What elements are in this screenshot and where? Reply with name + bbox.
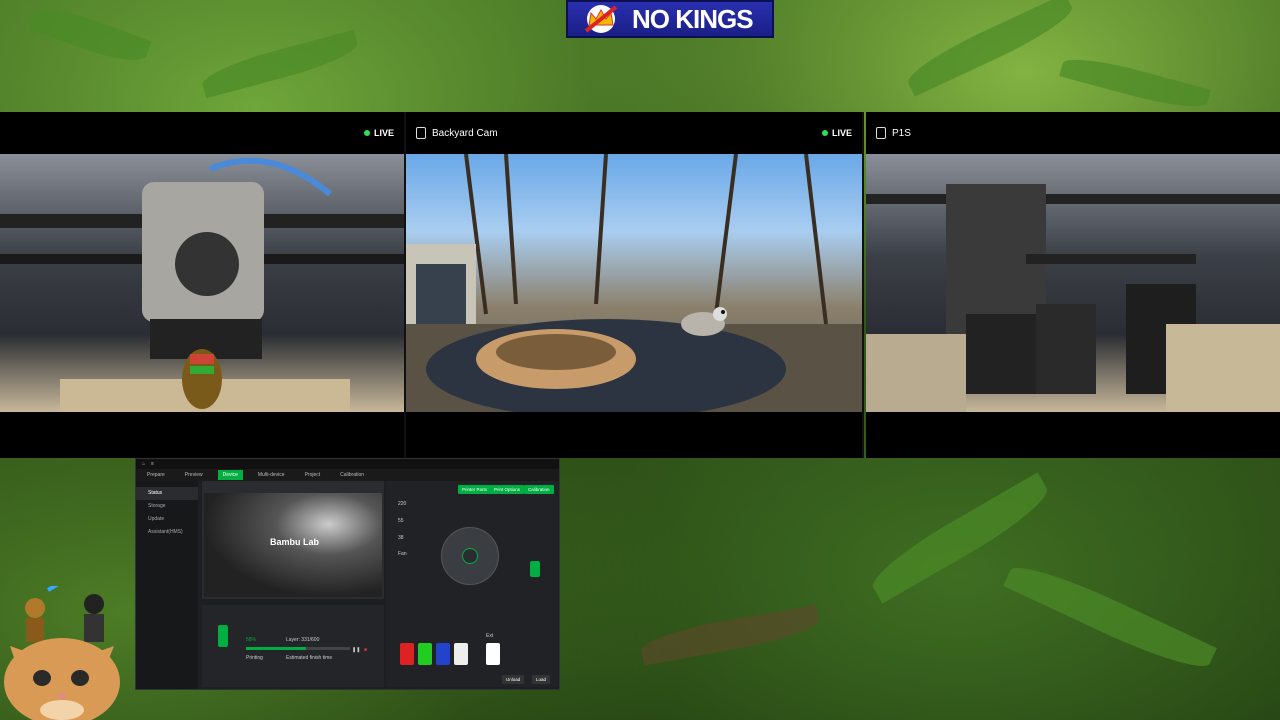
kitten-overlay [4,586,120,720]
camera-title-label: Backyard Cam [432,127,498,139]
bed-temp[interactable]: 55 [398,518,404,524]
sidebar-item-update[interactable]: Update [136,513,198,526]
device-sidebar: Status Storage Update Assistant(HMS) [136,481,198,689]
model-thumbnail-icon [218,625,228,647]
printer-video-preview: Bambu Lab [202,481,384,599]
camera-header: P1S [866,112,1280,154]
leaf-decoration [28,0,152,70]
layer-text: Layer: 331/600 [286,637,320,643]
camera-panel-backyard[interactable]: Backyard Cam LIVE [404,112,864,458]
tab-device[interactable]: Device [217,470,243,480]
camera-title-label: P1S [892,127,911,139]
camera-title: P1S [876,127,911,139]
print-status: Printing [246,655,263,661]
tab-calibration[interactable]: Calibration [335,470,369,480]
camera-panel-printer[interactable]: LIVE [0,112,404,458]
backyard-scene [406,154,862,412]
sidebar-item-status[interactable]: Status [136,487,198,500]
tab-preview[interactable]: Preview [180,470,208,480]
live-dot-icon [363,130,370,136]
unload-button[interactable]: Unload [502,675,525,684]
ams-slot-2[interactable] [418,643,432,665]
bambu-logo: Bambu Lab [270,537,320,547]
camera-header: Backyard Cam LIVE [406,112,862,154]
external-spool[interactable] [486,643,500,665]
printer-control-panel: Printer Parts Print Options Calibration … [386,481,558,687]
camera-title: Backyard Cam [416,127,498,139]
backyard-camera-feed [406,154,862,412]
nozzle-temp[interactable]: 220 [398,501,406,507]
progress-percent: 58% [246,637,257,643]
main-tabs: Prepare Preview Device Multi-device Proj… [136,469,559,481]
tab-project[interactable]: Project [300,470,326,480]
pause-icon[interactable]: ❚❚ [352,647,360,653]
printer-parts-button[interactable]: Printer Parts [458,485,492,494]
remaining-time: Estimated finish time [286,655,333,661]
leaf-decoration [199,29,361,99]
home-icon[interactable]: ⌂ [142,461,145,467]
sidebar-item-storage[interactable]: Storage [136,500,198,513]
ext-label: Ext [486,633,494,639]
ams-slot-4[interactable] [454,643,468,665]
printer-camera-feed [0,154,404,412]
fan-label[interactable]: Fan [398,551,407,557]
load-button[interactable]: Load [532,675,551,684]
tab-multi-device[interactable]: Multi-device [253,470,290,480]
home-axis-button[interactable] [462,548,478,564]
window-titlebar: ⌂ ≡ [136,459,559,469]
sidebar-item-assistant[interactable]: Assistant(HMS) [136,526,198,539]
extruder-icon[interactable] [530,561,540,577]
print-options-button[interactable]: Print Options [490,485,525,494]
calibration-button[interactable]: Calibration [524,485,554,494]
menu-icon[interactable]: ≡ [151,461,154,467]
leaf-decoration [1059,51,1211,115]
chamber-temp[interactable]: 38 [398,535,404,541]
leaf-decoration [638,604,822,666]
camera-panel-p1s[interactable]: P1S [866,112,1280,458]
print-progress-panel: 58% Layer: 331/600 Printing Estimated fi… [202,605,384,687]
leaf-decoration [1003,555,1217,679]
leaf-decoration [902,0,1078,97]
camera-header: LIVE [0,112,404,154]
progress-fill [246,647,307,650]
camera-icon [416,127,426,139]
banner-text: NO KINGS [632,3,754,34]
ams-slot-3[interactable] [436,643,450,665]
live-label: LIVE [373,128,394,138]
p1s-camera-feed [866,154,1280,412]
p1s-scene [866,184,1280,412]
crown-icon [584,5,618,33]
live-badge: LIVE [821,128,852,138]
live-badge: LIVE [363,128,394,138]
camera-icon [876,127,886,139]
live-label: LIVE [831,128,852,138]
axis-jog-pad[interactable] [441,527,499,585]
live-dot-icon [821,130,828,136]
tab-prepare[interactable]: Prepare [142,470,170,480]
bambu-studio-window[interactable]: ⌂ ≡ Prepare Preview Device Multi-device … [135,458,560,690]
ams-slot-1[interactable] [400,643,414,665]
camera-strip: LIVE Backyard Cam LIVE P1S [0,112,1280,458]
no-kings-banner: NO KINGS [566,0,774,38]
stop-icon[interactable]: ■ [364,647,367,653]
printer-scene [0,157,404,412]
progress-bar [246,647,350,650]
